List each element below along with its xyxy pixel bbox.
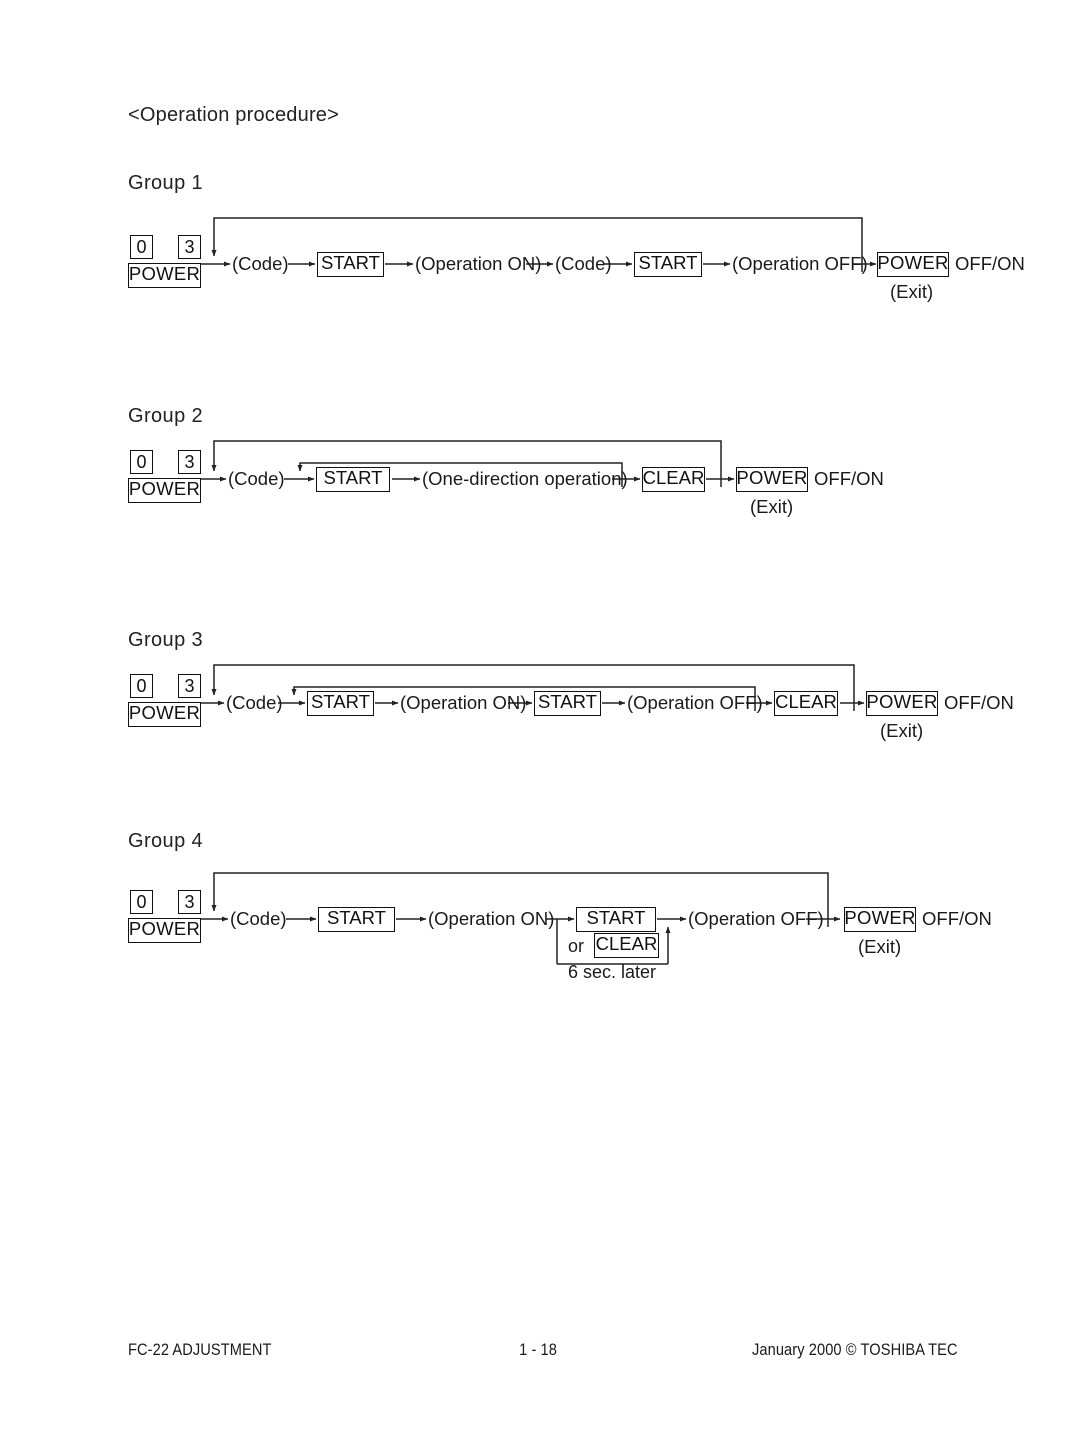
- key-power[interactable]: POWER: [128, 478, 201, 503]
- key-digit-0[interactable]: 0: [130, 674, 153, 698]
- key-power-exit[interactable]: POWER: [866, 691, 938, 716]
- key-digit-0[interactable]: 0: [130, 450, 153, 474]
- step-operation-on: (Operation ON): [415, 253, 542, 274]
- key-start-2[interactable]: START: [576, 907, 656, 932]
- key-start[interactable]: START: [316, 467, 390, 492]
- exit-note: (Exit): [880, 720, 924, 741]
- key-power-exit[interactable]: POWER: [736, 467, 808, 492]
- power-off-on-label: OFF/ON: [814, 468, 884, 489]
- step-code: (Code): [228, 468, 285, 489]
- step-operation-off: (Operation OFF): [627, 692, 763, 713]
- footer-left: FC-22 ADJUSTMENT: [128, 1340, 272, 1359]
- key-digit-3[interactable]: 3: [178, 674, 201, 698]
- key-digit-0[interactable]: 0: [130, 235, 153, 259]
- key-power[interactable]: POWER: [128, 702, 201, 727]
- key-digit-3[interactable]: 3: [178, 450, 201, 474]
- group-3-title: Group 3: [128, 629, 204, 651]
- exit-note: (Exit): [750, 496, 794, 517]
- key-power-exit[interactable]: POWER: [844, 907, 916, 932]
- step-operation-on: (Operation ON): [428, 908, 555, 929]
- power-off-on-label: OFF/ON: [944, 692, 1014, 713]
- branch-or-label: or: [568, 936, 585, 956]
- footer-right: January 2000 © TOSHIBA TEC: [752, 1340, 958, 1359]
- step-operation-on: (Operation ON): [400, 692, 527, 713]
- key-start[interactable]: START: [317, 252, 384, 277]
- step-operation-off: (Operation OFF): [732, 253, 868, 274]
- power-off-on-label: OFF/ON: [955, 253, 1025, 274]
- key-power[interactable]: POWER: [128, 263, 201, 288]
- document-page: <Operation procedure> Group 1 0 3 POWER …: [0, 0, 1080, 1439]
- key-start[interactable]: START: [318, 907, 395, 932]
- step-code-2: (Code): [555, 253, 612, 274]
- key-start-2[interactable]: START: [534, 691, 601, 716]
- power-off-on-label: OFF/ON: [922, 908, 992, 929]
- exit-note: (Exit): [858, 936, 902, 957]
- footer-page-number: 1 - 18: [519, 1340, 557, 1359]
- key-power-exit[interactable]: POWER: [877, 252, 949, 277]
- key-digit-0[interactable]: 0: [130, 890, 153, 914]
- key-start-2[interactable]: START: [634, 252, 702, 277]
- page-heading: <Operation procedure>: [128, 104, 340, 126]
- key-clear[interactable]: CLEAR: [774, 691, 838, 716]
- step-operation-off: (Operation OFF): [688, 908, 824, 929]
- key-clear[interactable]: CLEAR: [594, 933, 659, 958]
- group-4-title: Group 4: [128, 830, 204, 852]
- key-digit-3[interactable]: 3: [178, 890, 201, 914]
- group-1-title: Group 1: [128, 172, 204, 194]
- step-one-direction-operation: (One-direction operation): [422, 468, 628, 489]
- key-start[interactable]: START: [307, 691, 374, 716]
- step-code: (Code): [226, 692, 283, 713]
- group-2-title: Group 2: [128, 405, 204, 427]
- key-power[interactable]: POWER: [128, 918, 201, 943]
- timeout-label-6-sec-later: 6 sec. later: [568, 962, 657, 982]
- exit-note: (Exit): [890, 281, 934, 302]
- key-digit-3[interactable]: 3: [178, 235, 201, 259]
- step-code: (Code): [232, 253, 289, 274]
- key-clear[interactable]: CLEAR: [642, 467, 705, 492]
- step-code: (Code): [230, 908, 287, 929]
